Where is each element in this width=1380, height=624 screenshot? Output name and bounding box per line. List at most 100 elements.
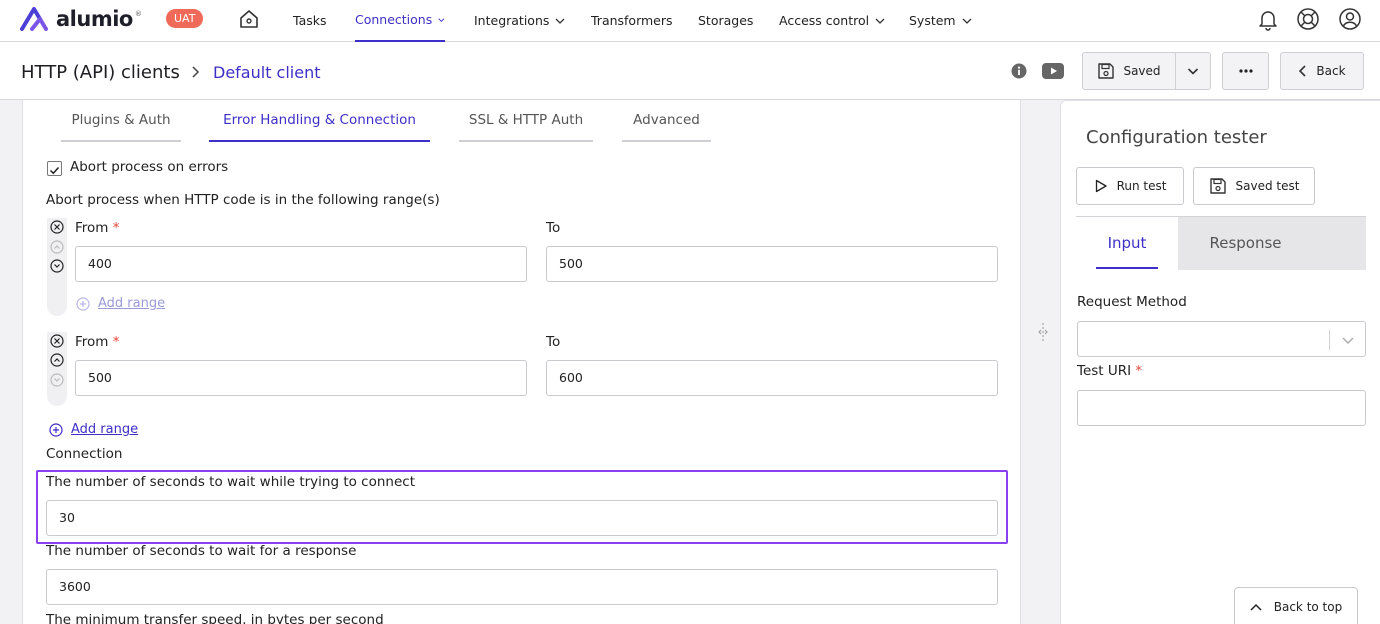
- nav-access-control-label: Access control: [779, 13, 870, 28]
- select-divider: [1329, 330, 1330, 350]
- tab-error-handling-label: Error Handling & Connection: [223, 112, 416, 128]
- floppy-disk-icon: [1209, 178, 1226, 194]
- connection-heading: Connection: [46, 446, 123, 462]
- bell-icon[interactable]: [1256, 7, 1280, 31]
- more-horizontal-icon: [1238, 69, 1253, 73]
- tab-plugins-auth[interactable]: Plugins & Auth: [61, 112, 181, 142]
- breadcrumb-bar: HTTP (API) clients Default client Saved …: [0, 42, 1380, 100]
- test-uri-label: Test URI *: [1077, 363, 1142, 379]
- chevron-down-icon: [1187, 68, 1199, 75]
- chevron-right-icon: [192, 66, 200, 78]
- move-up-icon[interactable]: [50, 353, 64, 367]
- focus-highlight-box: [36, 470, 1008, 544]
- nav-tasks-label: Tasks: [293, 13, 327, 28]
- add-circle-icon: [76, 297, 90, 311]
- range-1-to-input[interactable]: 500: [546, 246, 998, 282]
- saved-test-button[interactable]: Saved test: [1193, 167, 1315, 205]
- range-2-to-input[interactable]: 600: [546, 360, 998, 396]
- from-label-text: From: [75, 220, 109, 236]
- chevron-up-icon: [1250, 603, 1262, 611]
- user-account-icon[interactable]: [1338, 7, 1362, 31]
- add-range-link[interactable]: Add range: [71, 422, 138, 437]
- environment-badge: UAT: [166, 9, 204, 28]
- save-button[interactable]: Saved: [1082, 52, 1176, 90]
- range-heading: Abort process when HTTP code is in the f…: [46, 192, 440, 208]
- chevron-left-icon: [1299, 65, 1306, 77]
- logo-text: alumio: [56, 7, 133, 31]
- range-1-to-label: To: [546, 220, 561, 236]
- response-timeout-label: The number of seconds to wait for a resp…: [46, 543, 357, 559]
- save-options-dropdown[interactable]: [1175, 52, 1211, 90]
- breadcrumb-root[interactable]: HTTP (API) clients: [21, 62, 180, 83]
- breadcrumb-current: Default client: [213, 63, 321, 82]
- nav-system[interactable]: System: [909, 0, 972, 42]
- chevron-down-icon: [1342, 337, 1354, 344]
- logo-mark-icon: [20, 7, 48, 31]
- tab-advanced-label: Advanced: [633, 112, 700, 128]
- range-1-from-input[interactable]: 400: [75, 246, 527, 282]
- request-method-select[interactable]: [1077, 321, 1366, 357]
- play-icon: [1095, 179, 1107, 193]
- back-to-top-button[interactable]: Back to top: [1234, 587, 1358, 624]
- saved-test-label: Saved test: [1235, 179, 1300, 193]
- required-mark: *: [112, 220, 120, 236]
- tab-response[interactable]: Response: [1178, 217, 1313, 271]
- move-up-icon[interactable]: [50, 240, 64, 254]
- nav-system-label: System: [909, 13, 956, 28]
- abort-process-label: Abort process on errors: [70, 159, 229, 175]
- home-icon[interactable]: [238, 8, 260, 30]
- add-range-inner-link[interactable]: Add range: [98, 296, 165, 311]
- range-1-from-label: From *: [75, 220, 120, 236]
- range-2-from-input[interactable]: 500: [75, 360, 527, 396]
- remove-range-icon[interactable]: [50, 220, 64, 234]
- tab-plugins-auth-label: Plugins & Auth: [71, 112, 171, 128]
- nav-transformers[interactable]: Transformers: [591, 0, 673, 42]
- move-down-icon[interactable]: [50, 259, 64, 273]
- tab-error-handling-connection[interactable]: Error Handling & Connection: [209, 112, 430, 142]
- nav-storages[interactable]: Storages: [698, 0, 753, 42]
- range-2-to-label: To: [546, 334, 561, 350]
- tab-ssl-http-auth-label: SSL & HTTP Auth: [468, 112, 584, 128]
- more-options-button[interactable]: [1222, 52, 1269, 90]
- tester-title: Configuration tester: [1086, 127, 1267, 148]
- tab-input[interactable]: Input: [1076, 217, 1178, 271]
- nav-connections-label: Connections: [355, 12, 433, 27]
- video-icon[interactable]: [1042, 63, 1064, 79]
- main-form-panel: Plugins & Auth Error Handling & Connecti…: [22, 100, 1021, 624]
- tab-ssl-http-auth[interactable]: SSL & HTTP Auth: [459, 112, 593, 142]
- remove-range-icon[interactable]: [50, 334, 64, 348]
- support-icon[interactable]: [1296, 7, 1320, 31]
- required-mark: *: [112, 334, 120, 350]
- request-method-label: Request Method: [1077, 294, 1187, 310]
- back-button[interactable]: Back: [1280, 52, 1364, 90]
- back-to-top-label: Back to top: [1273, 600, 1343, 614]
- save-button-label: Saved: [1123, 64, 1161, 78]
- run-test-button[interactable]: Run test: [1076, 167, 1184, 205]
- floppy-disk-icon: [1098, 63, 1115, 79]
- info-icon[interactable]: [1011, 63, 1027, 79]
- checkmark-icon: [49, 166, 60, 175]
- configuration-tester-panel: Configuration tester Run test Saved test…: [1060, 100, 1380, 624]
- nav-access-control[interactable]: Access control: [779, 0, 885, 42]
- from-label-text: From: [75, 334, 109, 350]
- tab-advanced[interactable]: Advanced: [622, 112, 711, 142]
- nav-integrations-label: Integrations: [474, 13, 550, 28]
- nav-connections[interactable]: Connections: [355, 0, 445, 42]
- abort-process-checkbox[interactable]: [47, 161, 62, 176]
- test-uri-input[interactable]: [1077, 390, 1366, 426]
- nav-tasks[interactable]: Tasks: [293, 0, 327, 42]
- range-2-from-label: From *: [75, 334, 120, 350]
- move-down-icon[interactable]: [50, 373, 64, 387]
- tester-tabs: Input Response: [1076, 216, 1366, 271]
- add-circle-icon: [49, 423, 63, 437]
- back-button-label: Back: [1316, 64, 1346, 78]
- chevron-down-icon: [555, 18, 565, 24]
- alumio-logo[interactable]: alumio ®: [20, 6, 142, 32]
- nav-integrations[interactable]: Integrations: [474, 0, 565, 42]
- response-timeout-input[interactable]: 3600: [46, 569, 998, 605]
- panel-resize-handle-icon[interactable]: [1038, 322, 1048, 342]
- top-navigation: alumio ® UAT Tasks Connections Integrati…: [0, 0, 1380, 42]
- run-test-label: Run test: [1116, 179, 1167, 193]
- nav-transformers-label: Transformers: [591, 13, 673, 28]
- registered-mark: ®: [134, 10, 142, 18]
